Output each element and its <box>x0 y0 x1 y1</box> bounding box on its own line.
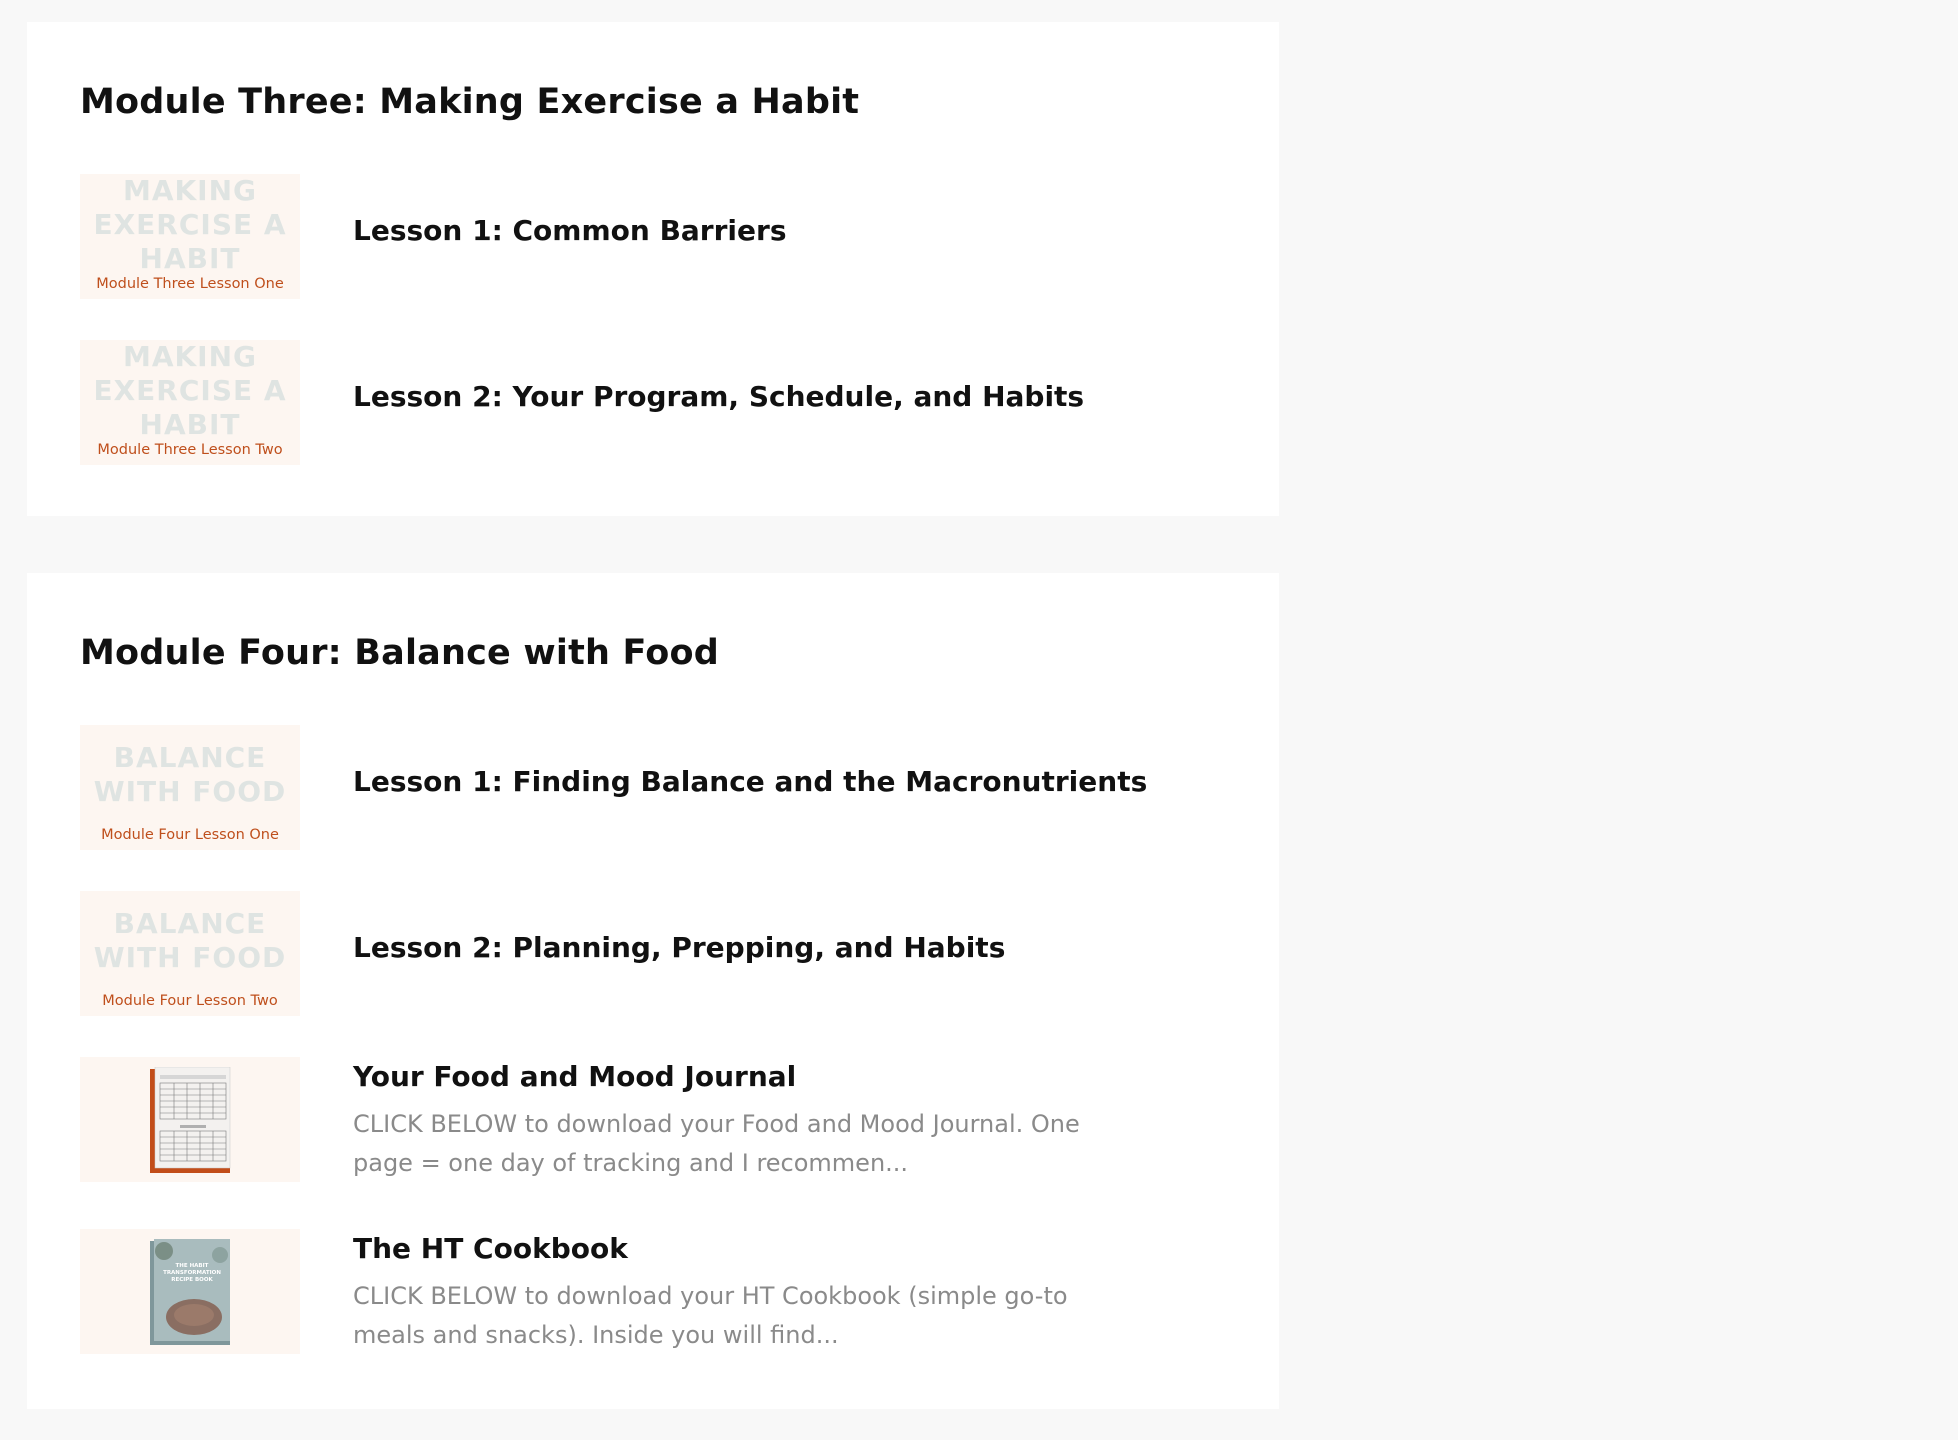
thumbnail-watermark-line: HABIT <box>139 408 241 441</box>
lesson-item-ht-cookbook[interactable]: THE HABIT TRANSFORMATION RECIPE BOOK The… <box>80 1229 1239 1354</box>
cookbook-cover-line: THE HABIT <box>176 1263 209 1269</box>
thumbnail-watermark-line: MAKING <box>122 340 258 373</box>
thumbnail-caption: Module Three Lesson Two <box>97 442 283 458</box>
module-four-card: Module Four: Balance with Food BALANCE W… <box>27 573 1279 1409</box>
lesson-description: CLICK BELOW to download your Food and Mo… <box>353 1110 1080 1177</box>
lesson-item-module3-lesson2[interactable]: MAKING EXERCISE A HABIT Module Three Les… <box>80 340 1239 465</box>
thumbnail-watermark-line: BALANCE <box>113 741 267 774</box>
thumbnail-watermark-line: BALANCE <box>113 907 267 940</box>
lesson-thumbnail[interactable]: MAKING EXERCISE A HABIT Module Three Les… <box>80 340 300 465</box>
lesson-title[interactable]: Lesson 2: Your Program, Schedule, and Ha… <box>353 380 1084 413</box>
lesson-description: CLICK BELOW to download your HT Cookbook… <box>353 1282 1068 1349</box>
lesson-thumbnail[interactable]: BALANCE WITH FOOD Module Four Lesson One <box>80 725 300 850</box>
thumbnail-watermark-line: HABIT <box>139 242 241 275</box>
lesson-title[interactable]: The HT Cookbook <box>353 1232 628 1265</box>
thumbnail-caption: Module Four Lesson One <box>101 827 279 843</box>
lesson-title[interactable]: Your Food and Mood Journal <box>353 1060 796 1093</box>
lesson-thumbnail[interactable] <box>80 1057 300 1182</box>
thumbnail-caption: Module Four Lesson Two <box>102 993 278 1009</box>
lesson-title[interactable]: Lesson 1: Common Barriers <box>353 214 786 247</box>
module-title: Module Four: Balance with Food <box>80 633 719 673</box>
lesson-title[interactable]: Lesson 1: Finding Balance and the Macron… <box>353 765 1147 798</box>
lesson-item-module3-lesson1[interactable]: MAKING EXERCISE A HABIT Module Three Les… <box>80 174 1239 299</box>
thumbnail-caption: Module Three Lesson One <box>96 276 284 292</box>
lesson-thumbnail[interactable]: THE HABIT TRANSFORMATION RECIPE BOOK <box>80 1229 300 1354</box>
module-title: Module Three: Making Exercise a Habit <box>80 82 860 122</box>
thumbnail-watermark-line: EXERCISE A <box>93 374 287 407</box>
lesson-item-food-mood-journal[interactable]: Your Food and Mood Journal CLICK BELOW t… <box>80 1057 1239 1182</box>
lesson-thumbnail[interactable]: MAKING EXERCISE A HABIT Module Three Les… <box>80 174 300 299</box>
module-three-card: Module Three: Making Exercise a Habit MA… <box>27 22 1279 516</box>
lesson-thumbnail[interactable]: BALANCE WITH FOOD Module Four Lesson Two <box>80 891 300 1016</box>
cookbook-icon: THE HABIT TRANSFORMATION RECIPE BOOK <box>150 1239 230 1345</box>
journal-book-icon <box>150 1067 231 1173</box>
lesson-title[interactable]: Lesson 2: Planning, Prepping, and Habits <box>353 931 1005 964</box>
thumbnail-watermark-line: WITH FOOD <box>93 941 287 974</box>
thumbnail-watermark-line: WITH FOOD <box>93 775 287 808</box>
lesson-item-module4-lesson2[interactable]: BALANCE WITH FOOD Module Four Lesson Two… <box>80 891 1239 1016</box>
thumbnail-watermark-line: EXERCISE A <box>93 208 287 241</box>
cookbook-cover-line: TRANSFORMATION <box>163 1270 221 1276</box>
lesson-item-module4-lesson1[interactable]: BALANCE WITH FOOD Module Four Lesson One… <box>80 725 1239 850</box>
cookbook-cover-line: RECIPE BOOK <box>171 1277 213 1283</box>
thumbnail-watermark-line: MAKING <box>122 174 258 207</box>
